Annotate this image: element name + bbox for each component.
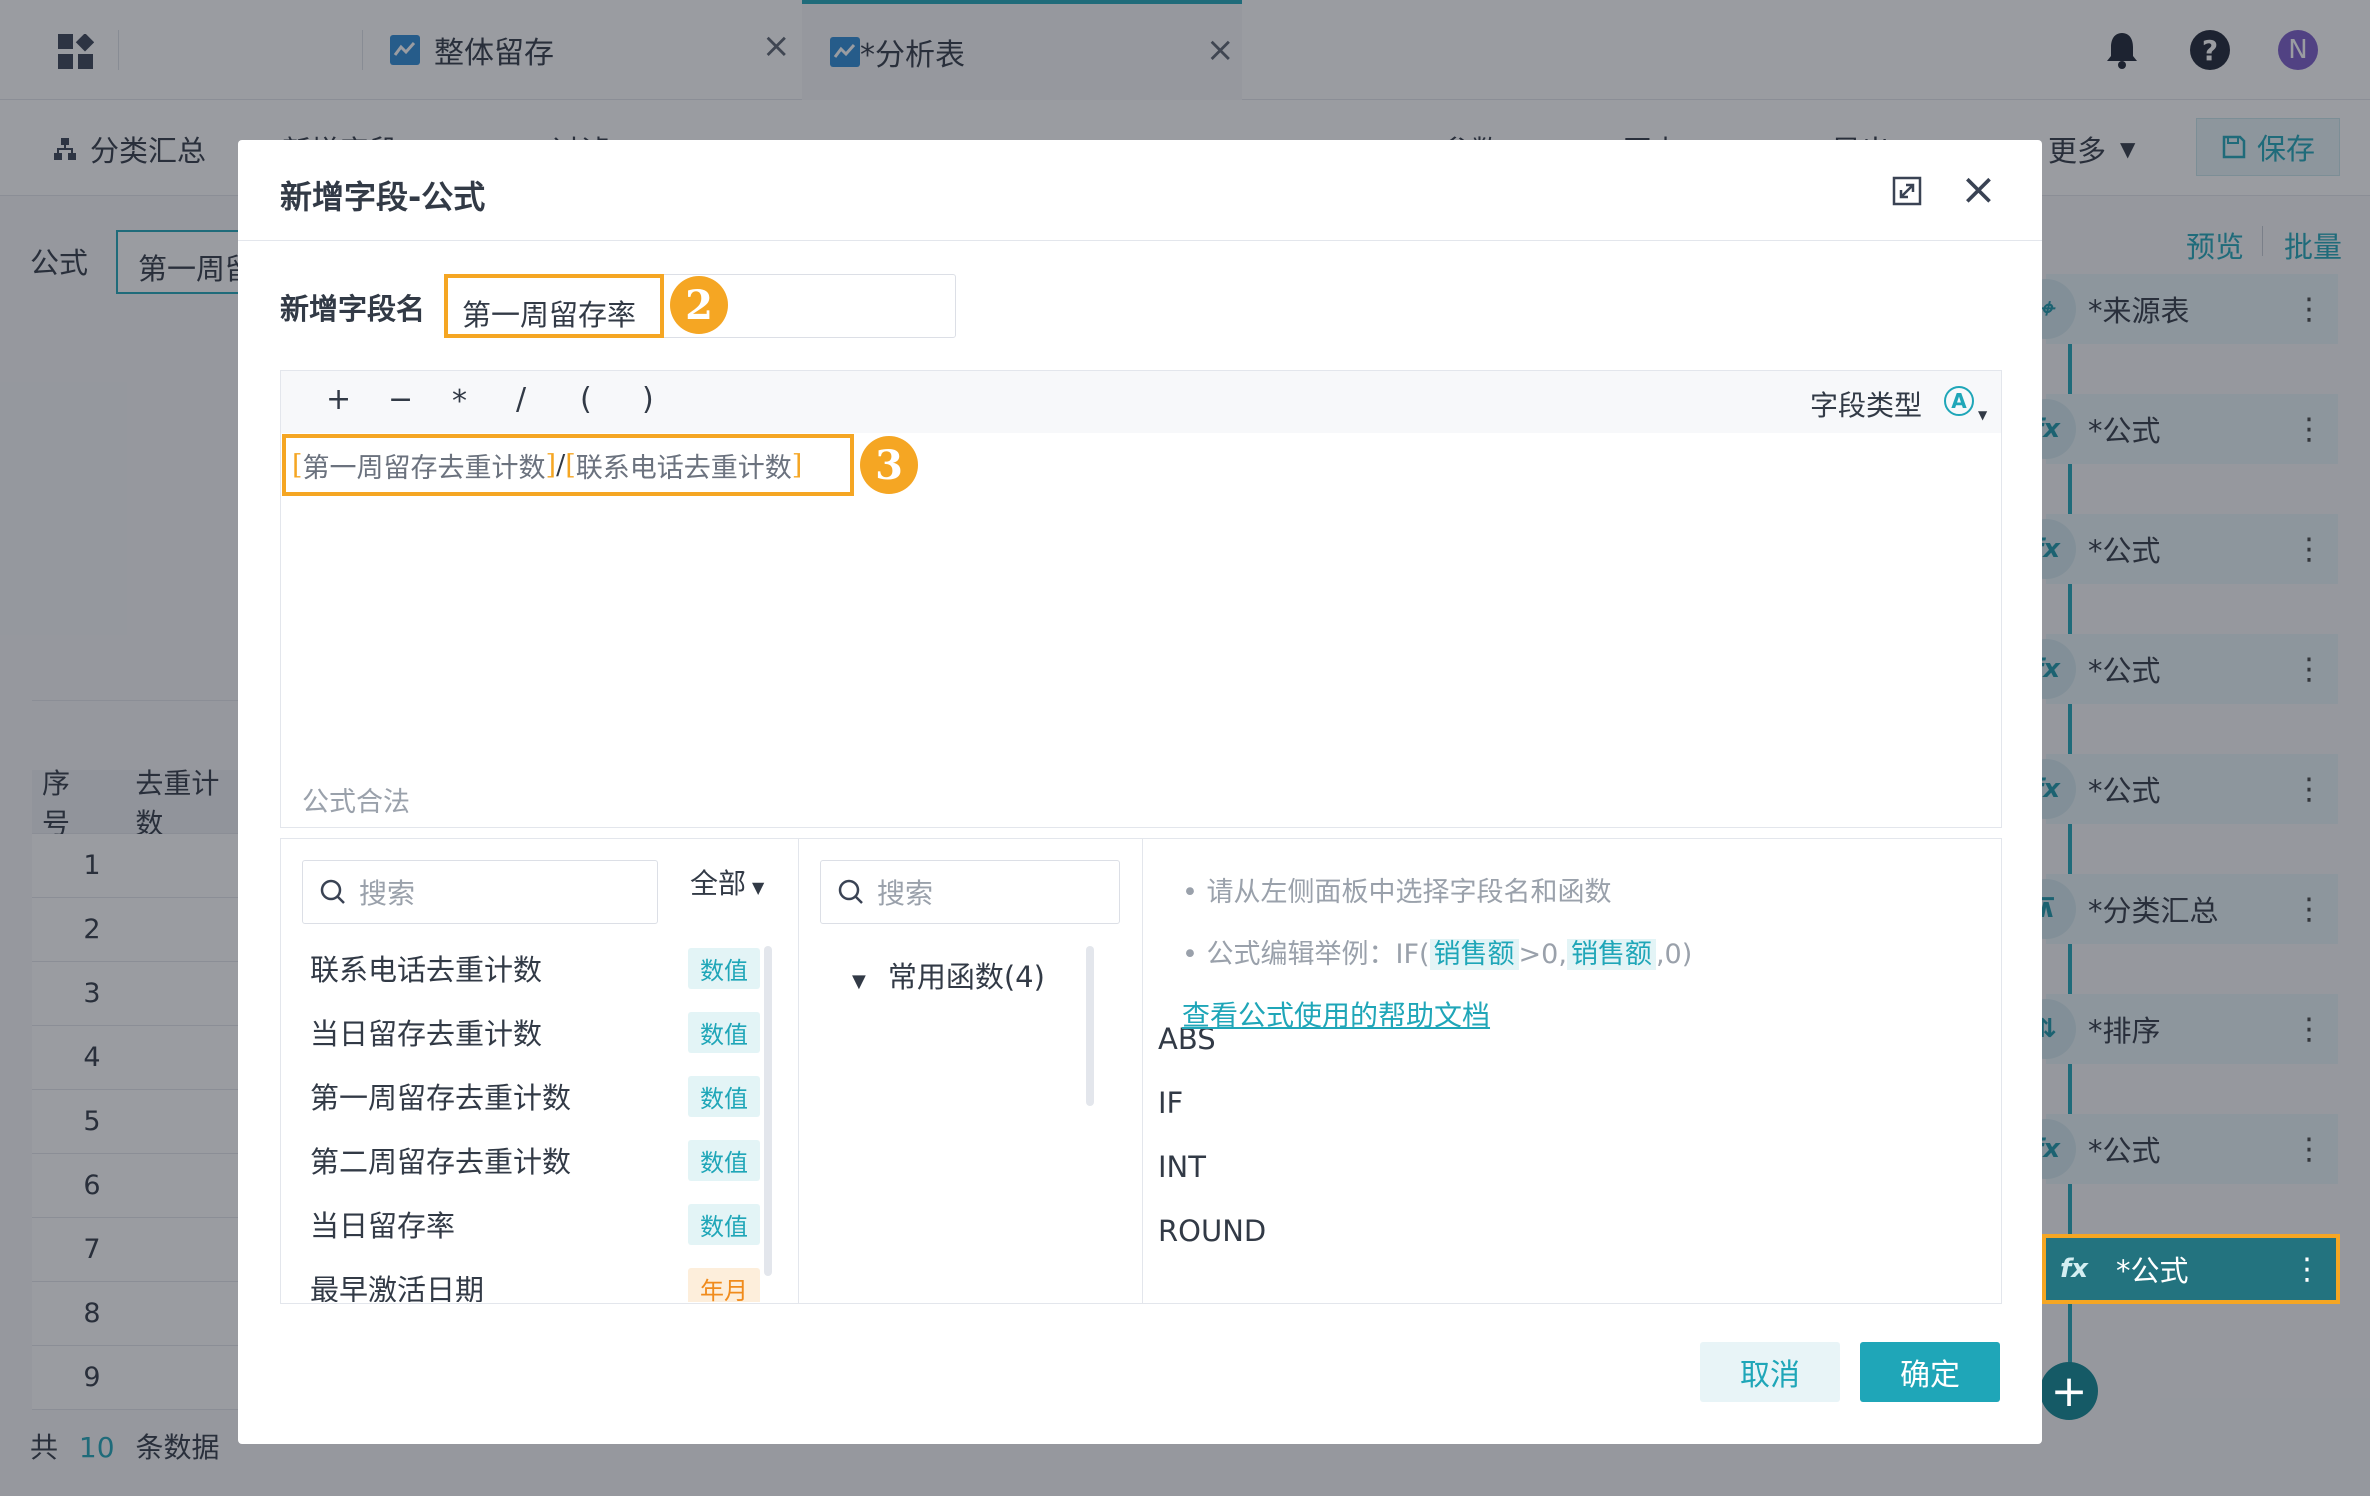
bracket: [ — [565, 449, 576, 481]
function-item[interactable]: IF — [1158, 1086, 1183, 1120]
operator-close-paren[interactable]: ) — [642, 382, 654, 417]
type-tag: 数值 — [688, 1011, 760, 1053]
function-group[interactable]: ▼ 常用函数(4) — [852, 954, 1045, 996]
help-doc-link[interactable]: 查看公式使用的帮助文档 — [1182, 994, 1490, 1034]
bracket: ] — [791, 449, 803, 481]
field-list-item[interactable]: 第一周留存去重计数 数值 — [310, 1064, 760, 1128]
callout-badge-3: 3 — [860, 436, 918, 494]
operator-open-paren[interactable]: ( — [580, 382, 592, 417]
type-tag: 数值 — [688, 1139, 760, 1181]
formula-icon: fx — [2060, 1254, 2089, 1284]
search-icon — [838, 879, 863, 904]
operator-multiply[interactable]: * — [452, 384, 467, 419]
field-type-icon[interactable]: A — [1944, 386, 1974, 416]
field-name-label: 新增字段名 — [280, 292, 426, 326]
field-name-input[interactable]: 第一周留存率 — [444, 274, 664, 338]
function-item[interactable]: ROUND — [1158, 1214, 1266, 1248]
help-hint: • 请从左侧面板中选择字段名和函数 — [1182, 877, 1612, 908]
type-tag: 数值 — [688, 1203, 760, 1245]
formula-operator: / — [556, 449, 566, 481]
operator-divide[interactable]: / — [516, 382, 526, 417]
more-icon[interactable]: ⋮ — [2292, 1252, 2322, 1287]
operator-minus[interactable]: − — [388, 382, 413, 417]
field-list-item[interactable]: 当日留存去重计数 数值 — [310, 1000, 760, 1064]
function-search-input[interactable]: 搜索 — [820, 860, 1120, 924]
panel-divider — [1142, 838, 1143, 1304]
operator-bar — [281, 371, 2001, 433]
cancel-button[interactable]: 取消 — [1700, 1342, 1840, 1402]
formula-field-ref: 联系电话去重计数 — [575, 452, 792, 484]
field-list-item[interactable]: 最早激活日期 年月 — [310, 1256, 760, 1302]
field-list-clip: 最早激活日期 年月 — [298, 1256, 768, 1302]
caret-down-icon: ▼ — [852, 971, 866, 992]
bracket: [ — [292, 449, 303, 481]
operator-plus[interactable]: + — [326, 382, 351, 417]
field-list-item[interactable]: 第二周留存去重计数 数值 — [310, 1128, 760, 1192]
formula-validity: 公式合法 — [302, 787, 410, 818]
field-list-item[interactable]: 联系电话去重计数 数值 — [310, 936, 760, 1000]
function-item[interactable]: INT — [1158, 1150, 1206, 1184]
scrollbar[interactable] — [764, 946, 772, 1276]
add-step-button[interactable]: + — [2040, 1362, 2098, 1420]
scrollbar[interactable] — [1086, 946, 1094, 1106]
close-icon[interactable]: × — [1960, 164, 1997, 215]
maximize-icon[interactable] — [1892, 176, 1922, 206]
caret-down-icon: ▼ — [1978, 408, 1988, 422]
field-type-label: 字段类型 — [1810, 389, 1923, 422]
formula-dialog: 新增字段-公式 × 新增字段名 第一周留存率 2 + − * / ( ) 字段类… — [238, 140, 2042, 1444]
formula-field-ref: 第一周留存去重计数 — [302, 452, 546, 484]
callout-badge-2: 2 — [670, 276, 728, 334]
search-icon — [320, 879, 345, 904]
type-tag: 数值 — [688, 1075, 760, 1117]
dialog-title: 新增字段-公式 — [280, 178, 486, 216]
type-tag: 年月 — [688, 1267, 760, 1302]
caret-down-icon: ▼ — [752, 878, 765, 897]
panel-divider — [798, 838, 799, 1304]
type-tag: 数值 — [688, 947, 760, 989]
confirm-button[interactable]: 确定 — [1860, 1342, 2000, 1402]
divider — [238, 240, 2042, 241]
field-list-item[interactable]: 当日留存率 数值 — [310, 1192, 760, 1256]
field-type-filter[interactable]: 全部 ▼ — [690, 862, 764, 902]
example-field: 销售额 — [1429, 939, 1519, 970]
divider — [280, 838, 2002, 839]
step-formula-selected[interactable]: fx *公式 ⋮ — [2042, 1234, 2340, 1304]
field-search-input[interactable]: 搜索 — [302, 860, 658, 924]
example-field: 销售额 — [1566, 939, 1656, 970]
bracket: ] — [545, 449, 557, 481]
help-example: • 公式编辑举例：IF(销售额 >0, 销售额 ,0) — [1182, 939, 1693, 970]
formula-expression[interactable]: [第一周留存去重计数] /[联系电话去重计数] — [282, 434, 854, 496]
